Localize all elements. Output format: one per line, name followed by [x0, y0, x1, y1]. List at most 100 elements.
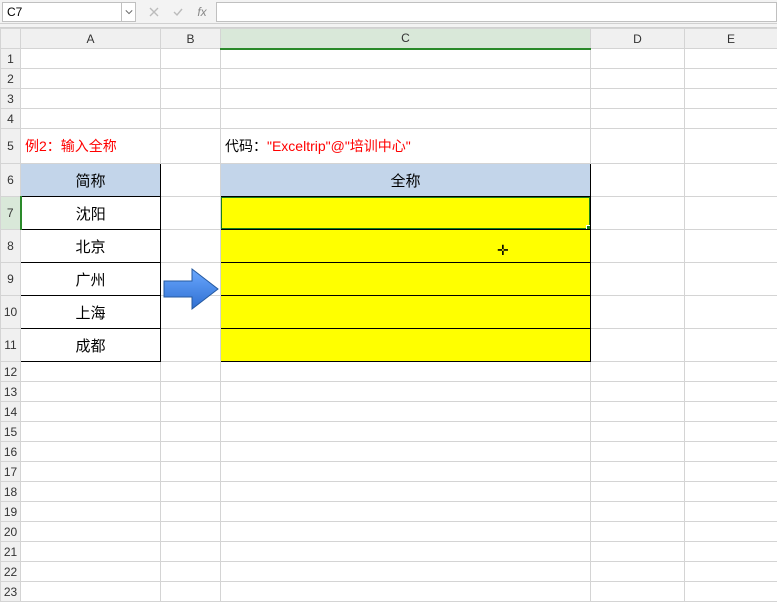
- row-header[interactable]: 18: [1, 482, 21, 502]
- cell[interactable]: [221, 263, 591, 296]
- cell[interactable]: [221, 69, 591, 89]
- row-header[interactable]: 14: [1, 402, 21, 422]
- cell[interactable]: [591, 230, 685, 263]
- cell[interactable]: [221, 482, 591, 502]
- col-header-D[interactable]: D: [591, 29, 685, 49]
- cell[interactable]: [21, 362, 161, 382]
- cell[interactable]: [221, 542, 591, 562]
- cell[interactable]: 例2：输入全称: [21, 129, 161, 164]
- row-header[interactable]: 17: [1, 462, 21, 482]
- cell[interactable]: [161, 329, 221, 362]
- row-header[interactable]: 1: [1, 49, 21, 69]
- cell[interactable]: [221, 502, 591, 522]
- cell[interactable]: [591, 49, 685, 69]
- row-header[interactable]: 7: [1, 197, 21, 230]
- cell[interactable]: [161, 230, 221, 263]
- cell[interactable]: [591, 402, 685, 422]
- cell[interactable]: 简称: [21, 164, 161, 197]
- cell[interactable]: [591, 129, 685, 164]
- cell[interactable]: [221, 442, 591, 462]
- cell[interactable]: [21, 562, 161, 582]
- cell[interactable]: [685, 542, 777, 562]
- cell[interactable]: [591, 69, 685, 89]
- cell[interactable]: [591, 197, 685, 230]
- col-header-B[interactable]: B: [161, 29, 221, 49]
- cell[interactable]: [21, 382, 161, 402]
- spreadsheet-table[interactable]: A B C D E 12345例2：输入全称代码："Exceltrip"@"培训…: [0, 28, 777, 602]
- row-header[interactable]: 9: [1, 263, 21, 296]
- row-header[interactable]: 8: [1, 230, 21, 263]
- cell[interactable]: [161, 502, 221, 522]
- cell[interactable]: [221, 362, 591, 382]
- cell[interactable]: [21, 462, 161, 482]
- cell[interactable]: [221, 89, 591, 109]
- cell[interactable]: [685, 422, 777, 442]
- cell[interactable]: [161, 362, 221, 382]
- cell[interactable]: [591, 482, 685, 502]
- cell[interactable]: [161, 462, 221, 482]
- row-header[interactable]: 21: [1, 542, 21, 562]
- row-header[interactable]: 19: [1, 502, 21, 522]
- cell[interactable]: 北京: [21, 230, 161, 263]
- cell[interactable]: [161, 562, 221, 582]
- cell[interactable]: [221, 230, 591, 263]
- col-header-E[interactable]: E: [685, 29, 777, 49]
- cell[interactable]: [161, 482, 221, 502]
- cell[interactable]: [21, 502, 161, 522]
- cell[interactable]: [161, 69, 221, 89]
- cell[interactable]: [591, 296, 685, 329]
- cell[interactable]: [685, 109, 777, 129]
- cell[interactable]: 成都: [21, 329, 161, 362]
- insert-function-button[interactable]: fx: [190, 2, 214, 22]
- cell[interactable]: 全称: [221, 164, 591, 197]
- cell[interactable]: [221, 522, 591, 542]
- cell[interactable]: [591, 263, 685, 296]
- cell[interactable]: [161, 109, 221, 129]
- cell[interactable]: [685, 69, 777, 89]
- cell[interactable]: [221, 582, 591, 602]
- cell[interactable]: [161, 197, 221, 230]
- cell[interactable]: [221, 109, 591, 129]
- col-header-A[interactable]: A: [21, 29, 161, 49]
- cell[interactable]: [221, 49, 591, 69]
- name-box-dropdown[interactable]: [122, 2, 136, 22]
- cell[interactable]: [221, 382, 591, 402]
- cell[interactable]: [685, 502, 777, 522]
- cell[interactable]: [221, 197, 591, 230]
- fill-handle[interactable]: [586, 225, 591, 230]
- cell[interactable]: [161, 382, 221, 402]
- cell[interactable]: [221, 329, 591, 362]
- cell[interactable]: [685, 329, 777, 362]
- cell[interactable]: [161, 263, 221, 296]
- cell[interactable]: [161, 89, 221, 109]
- row-header[interactable]: 10: [1, 296, 21, 329]
- cell[interactable]: [591, 522, 685, 542]
- cell[interactable]: [161, 542, 221, 562]
- formula-cancel-button[interactable]: [142, 2, 166, 22]
- cell[interactable]: [685, 462, 777, 482]
- row-header[interactable]: 13: [1, 382, 21, 402]
- cell[interactable]: [221, 422, 591, 442]
- cell[interactable]: [161, 582, 221, 602]
- cell[interactable]: [161, 522, 221, 542]
- cell[interactable]: [21, 109, 161, 129]
- cell[interactable]: [221, 562, 591, 582]
- cell[interactable]: 沈阳: [21, 197, 161, 230]
- cell[interactable]: [685, 402, 777, 422]
- worksheet-grid[interactable]: A B C D E 12345例2：输入全称代码："Exceltrip"@"培训…: [0, 28, 777, 603]
- cell[interactable]: [685, 582, 777, 602]
- formula-bar-input[interactable]: [216, 2, 777, 22]
- cell[interactable]: [21, 422, 161, 442]
- cell[interactable]: [591, 329, 685, 362]
- cell[interactable]: [685, 362, 777, 382]
- cell[interactable]: [685, 89, 777, 109]
- row-header[interactable]: 22: [1, 562, 21, 582]
- cell[interactable]: [21, 582, 161, 602]
- cell[interactable]: [161, 442, 221, 462]
- row-header[interactable]: 15: [1, 422, 21, 442]
- cell[interactable]: [685, 129, 777, 164]
- row-header[interactable]: 12: [1, 362, 21, 382]
- cell[interactable]: [685, 230, 777, 263]
- col-header-C[interactable]: C: [221, 29, 591, 49]
- cell[interactable]: [685, 49, 777, 69]
